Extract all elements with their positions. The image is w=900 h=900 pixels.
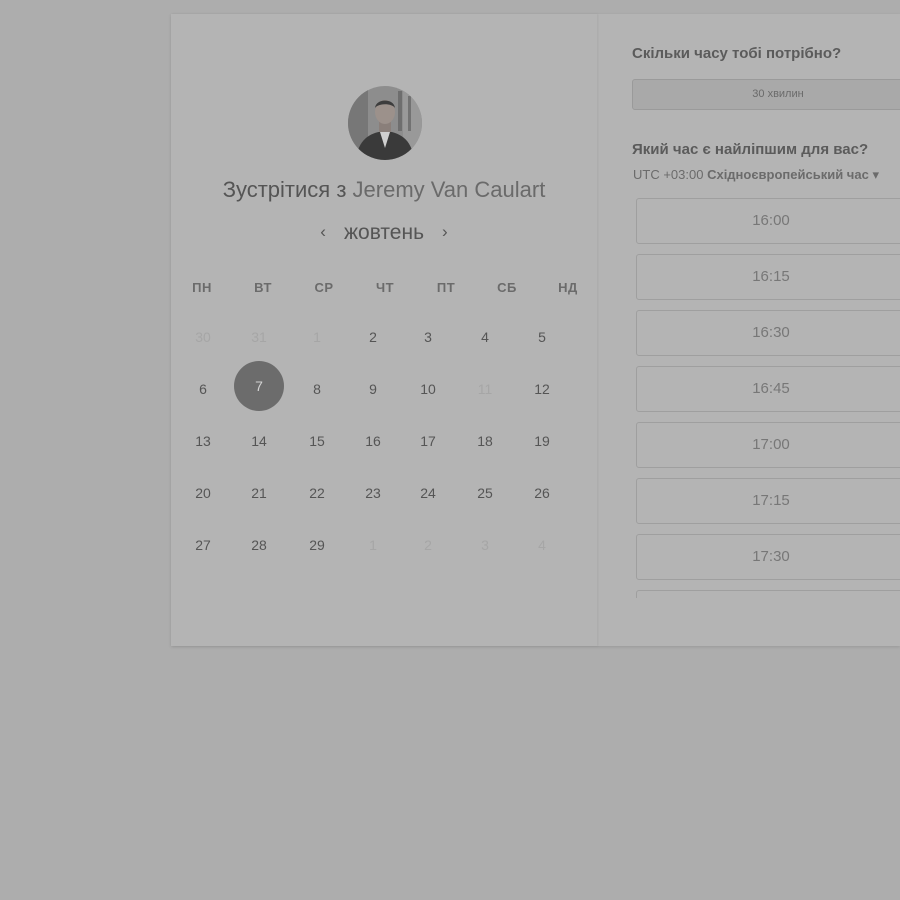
month-label: жовтень	[343, 221, 425, 244]
host-avatar	[348, 86, 422, 160]
calendar-panel: Зустрітися з Jeremy Van Caulart ‹ жовтен…	[171, 14, 597, 646]
calendar-day[interactable]: 24	[403, 468, 453, 518]
calendar-day[interactable]: 8	[292, 364, 342, 414]
meeting-title-prefix: Зустрітися з	[222, 177, 347, 202]
duration-question: Скільки часу тобі потрібно?	[632, 45, 842, 62]
time-slot[interactable]: 17:15	[636, 478, 900, 524]
calendar-day[interactable]: 23	[348, 468, 398, 518]
calendar-day[interactable]: 9	[348, 364, 398, 414]
timezone-dropdown-icon[interactable]: ▾	[872, 167, 879, 182]
calendar-day[interactable]: 10	[403, 364, 453, 414]
timezone-offset: UTC +03:00	[633, 167, 704, 182]
calendar-day: 1	[313, 329, 321, 345]
weekday-header: ВТ	[254, 280, 272, 295]
calendar-day[interactable]: 17	[403, 416, 453, 466]
month-navigation: ‹ жовтень ›	[171, 221, 597, 245]
prev-month-icon[interactable]: ‹	[308, 222, 338, 242]
calendar-day[interactable]: 25	[460, 468, 510, 518]
calendar-day: 1	[369, 537, 377, 553]
calendar-day: 2	[424, 537, 432, 553]
time-question: Який час є найліпшим для вас?	[632, 141, 869, 158]
calendar-day: 11	[477, 381, 493, 397]
calendar-day[interactable]: 29	[292, 520, 342, 570]
calendar-day[interactable]: 3	[403, 312, 453, 362]
timezone-selector[interactable]: UTC +03:00 Східноєвропейський час ▾	[633, 167, 879, 183]
calendar-day: 4	[538, 537, 546, 553]
calendar-day[interactable]: 2	[348, 312, 398, 362]
calendar-day: 3	[481, 537, 489, 553]
calendar-day[interactable]: 15	[292, 416, 342, 466]
time-slot[interactable]: 17:00	[636, 422, 900, 468]
calendar-day-selected[interactable]: 7	[234, 361, 284, 411]
time-selection-panel: Скільки часу тобі потрібно? 30 хвилин Як…	[632, 14, 900, 646]
time-slot[interactable]: 16:15	[636, 254, 900, 300]
calendar-day[interactable]: 14	[234, 416, 284, 466]
time-slot[interactable]: 16:00	[636, 198, 900, 244]
time-slot-list: 16:00 16:15 16:30 16:45 17:00 17:15 17:30	[636, 198, 900, 598]
time-slot[interactable]: 16:45	[636, 366, 900, 412]
calendar-day[interactable]: 28	[234, 520, 284, 570]
calendar-day[interactable]: 6	[178, 364, 228, 414]
calendar-day[interactable]: 4	[460, 312, 510, 362]
calendar-day[interactable]: 5	[517, 312, 567, 362]
time-slot[interactable]	[636, 590, 900, 598]
calendar-day[interactable]: 19	[517, 416, 567, 466]
time-slot[interactable]: 16:30	[636, 310, 900, 356]
weekday-header: СР	[314, 280, 334, 295]
calendar-day[interactable]: 27	[178, 520, 228, 570]
calendar-day[interactable]: 16	[348, 416, 398, 466]
calendar-day[interactable]: 21	[234, 468, 284, 518]
weekday-header: НД	[558, 280, 578, 295]
calendar-day[interactable]: 26	[517, 468, 567, 518]
weekday-header: СБ	[497, 280, 517, 295]
host-name: Jeremy Van Caulart	[352, 177, 546, 202]
weekday-header: ПН	[192, 280, 212, 295]
calendar-day[interactable]: 22	[292, 468, 342, 518]
time-slot[interactable]: 17:30	[636, 534, 900, 580]
weekday-header: ПТ	[436, 280, 456, 295]
timezone-name: Східноєвропейський час	[707, 167, 869, 182]
calendar-day: 31	[251, 329, 267, 345]
duration-select[interactable]: 30 хвилин	[632, 79, 900, 110]
calendar-day[interactable]: 13	[178, 416, 228, 466]
meeting-title: Зустрітися з Jeremy Van Caulart	[171, 177, 597, 203]
booking-card: Зустрітися з Jeremy Van Caulart ‹ жовтен…	[171, 14, 900, 646]
calendar-day[interactable]: 12	[517, 364, 567, 414]
calendar-day[interactable]: 18	[460, 416, 510, 466]
next-month-icon[interactable]: ›	[430, 222, 460, 242]
calendar-day: 30	[195, 329, 211, 345]
weekday-header: ЧТ	[375, 280, 395, 295]
calendar-day[interactable]: 20	[178, 468, 228, 518]
